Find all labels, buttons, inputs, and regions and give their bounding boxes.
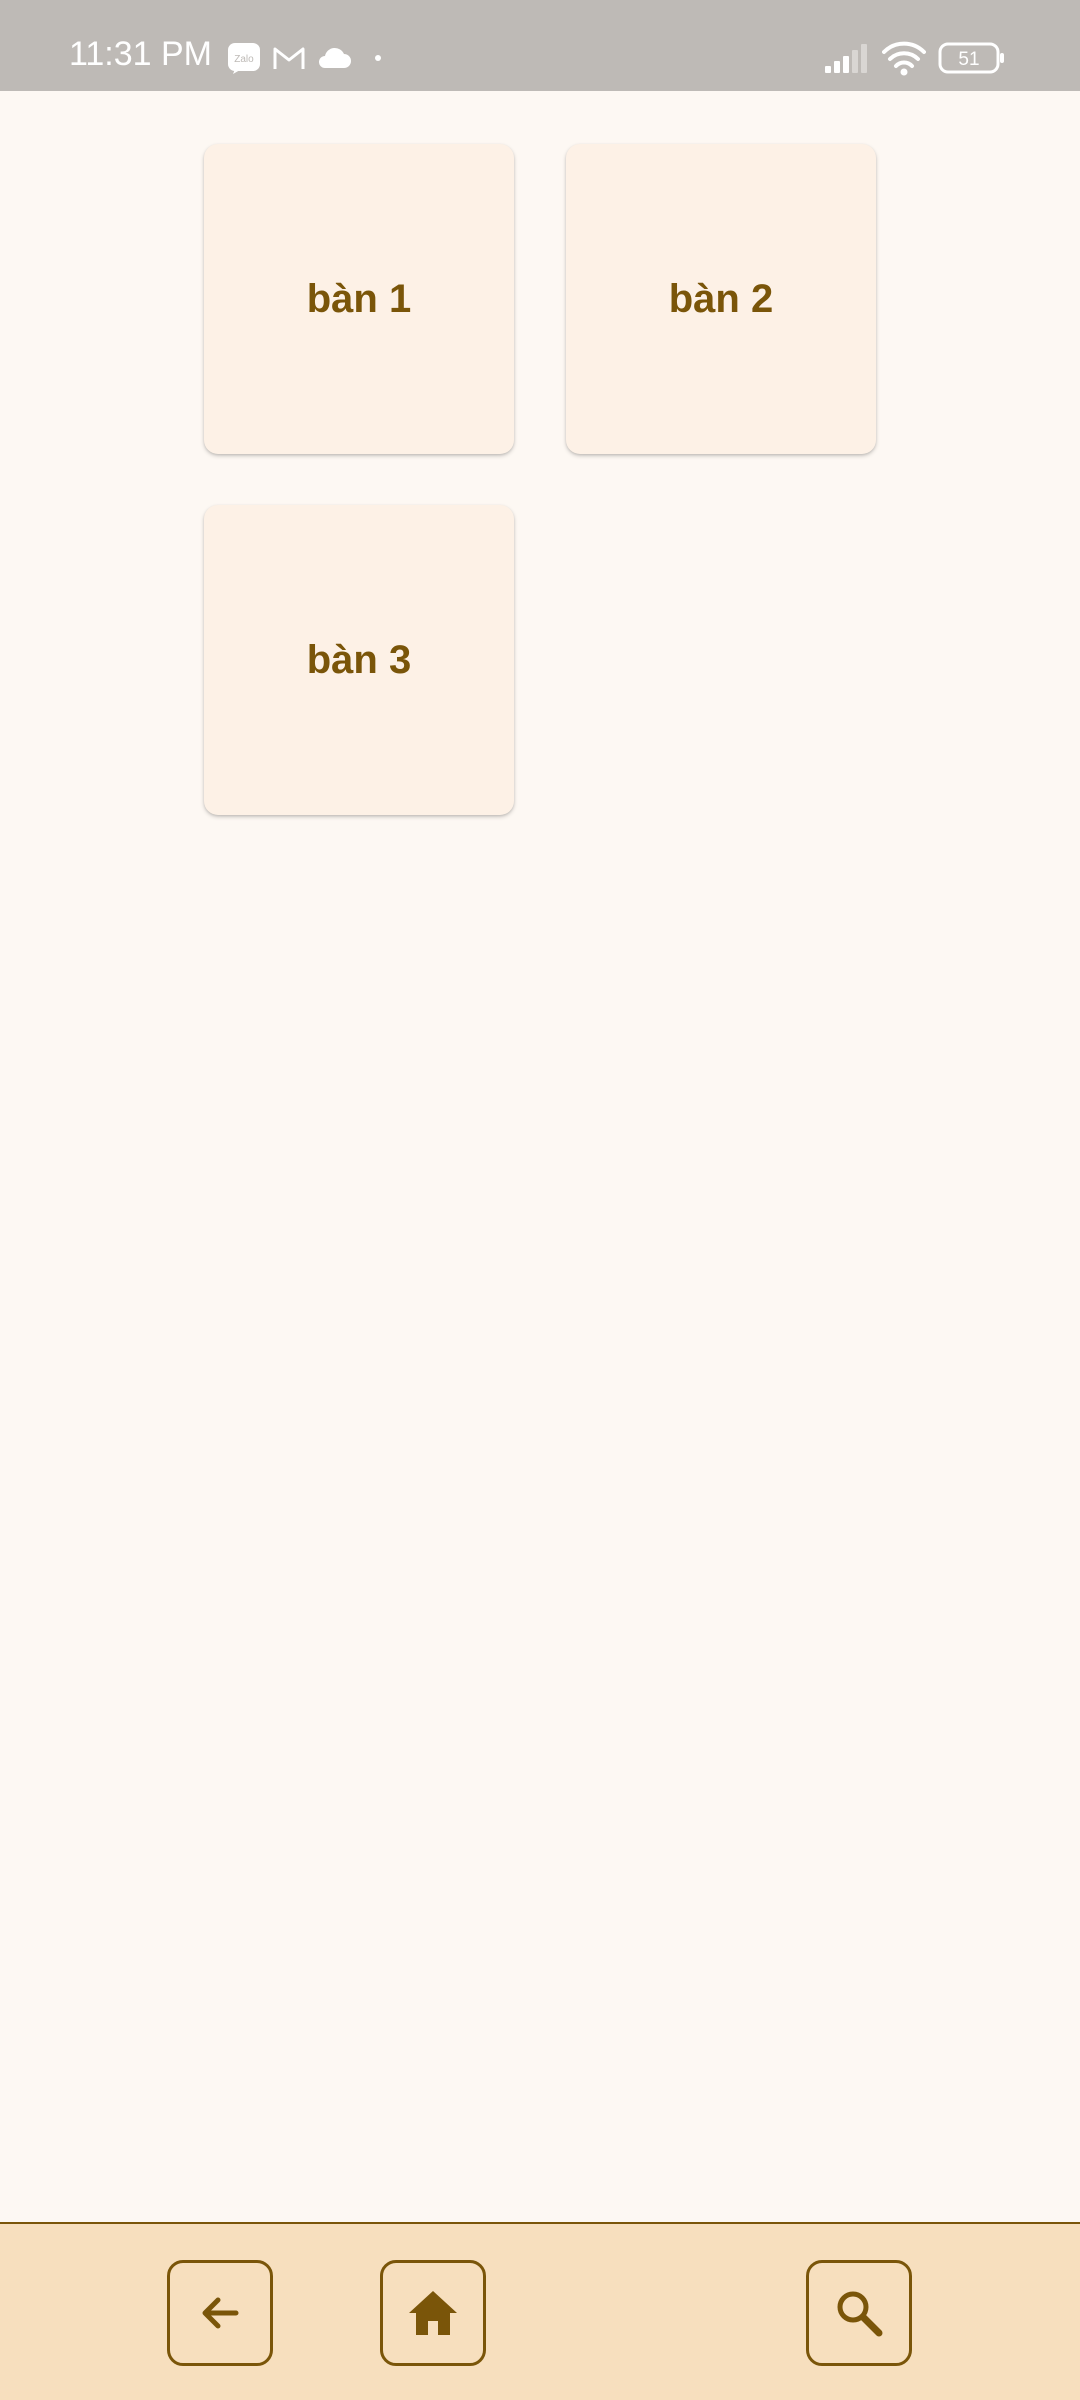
arrow-left-icon — [202, 2297, 239, 2329]
battery-level: 51 — [958, 49, 979, 70]
back-button[interactable] — [167, 2260, 273, 2366]
svg-text:Zalo: Zalo — [234, 54, 254, 65]
table-grid: bàn 1 bàn 2 bàn 3 — [0, 91, 1080, 2222]
battery-icon: 51 — [938, 42, 1004, 74]
status-time: 11:31 PM — [69, 35, 213, 73]
table-card-3[interactable]: bàn 3 — [204, 505, 514, 815]
home-icon — [409, 2291, 457, 2335]
gmail-icon — [273, 47, 305, 69]
status-bar: 11:31 PM Zalo 51 — [0, 0, 1080, 91]
dot-icon — [375, 55, 381, 61]
search-icon — [837, 2291, 883, 2337]
search-button[interactable] — [806, 2260, 912, 2366]
table-card-2[interactable]: bàn 2 — [566, 144, 876, 454]
cloud-icon — [319, 47, 351, 68]
bottom-nav — [0, 2222, 1080, 2400]
table-label: bàn 1 — [306, 276, 412, 321]
signal-icon — [825, 44, 867, 73]
zalo-icon: Zalo — [228, 43, 260, 74]
wifi-icon — [882, 41, 926, 76]
home-button[interactable] — [380, 2260, 486, 2366]
table-label: bàn 2 — [668, 276, 774, 321]
table-label: bàn 3 — [306, 637, 412, 682]
table-card-1[interactable]: bàn 1 — [204, 144, 514, 454]
